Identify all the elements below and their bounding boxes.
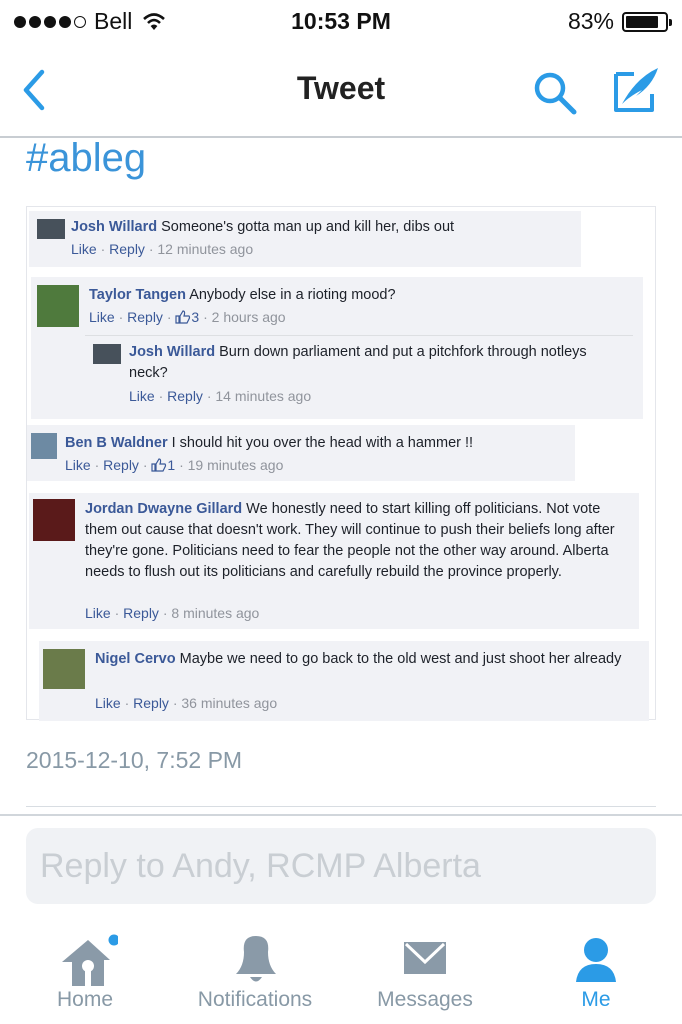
avatar [37, 219, 65, 239]
bell-icon [236, 936, 276, 982]
avatar [33, 499, 75, 541]
tab-label: Me [581, 988, 611, 1011]
battery-icon [622, 11, 672, 32]
avatar [37, 285, 79, 327]
comment-meta: Like · Reply · 8 minutes ago [85, 605, 260, 621]
home-icon [62, 934, 118, 986]
tab-messages[interactable]: Messages [360, 926, 490, 1024]
battery-percent: 83% [567, 8, 614, 34]
chevron-left-icon [23, 69, 45, 111]
tab-notifications[interactable]: Notifications [180, 926, 330, 1024]
tab-home[interactable]: Home [30, 926, 140, 1024]
tab-bar: Home Notifications Messages Me [0, 926, 682, 1024]
compose-icon [614, 68, 658, 112]
notification-dot [108, 934, 118, 946]
navigation-bar: Tweet [0, 42, 682, 138]
thumbs-up-icon [175, 310, 191, 324]
avatar [93, 344, 121, 364]
comment-ben-waldner: Ben B Waldner I should hit you over the … [27, 425, 575, 481]
comment-taylor-tangen: Taylor Tangen Anybody else in a rioting … [31, 277, 643, 419]
status-bar: Bell 10:53 PM 83% [0, 0, 682, 42]
avatar [31, 433, 57, 459]
comment-meta: Like · Reply · 12 minutes ago [71, 241, 254, 257]
thumbs-up-icon [151, 458, 167, 472]
comment-text: Nigel Cervo Maybe we need to go back to … [95, 651, 622, 667]
reply-box [26, 828, 656, 904]
tab-label: Notifications [197, 988, 313, 1011]
comment-meta: Like · Reply · 36 minutes ago [95, 695, 278, 711]
comment-text: Josh Willard Someone's gotta man up and … [71, 219, 455, 235]
comment-meta: Like · Reply · 1 · 19 minutes ago [65, 457, 284, 473]
comment-meta: Like · Reply · 14 minutes ago [129, 388, 312, 404]
envelope-icon [404, 942, 446, 974]
avatar [43, 649, 85, 689]
comment-josh-willard-2: Josh Willard Burn down parliament and pu… [85, 335, 633, 413]
compose-button[interactable] [608, 64, 664, 118]
search-icon [534, 72, 577, 115]
tab-label: Messages [377, 988, 473, 1011]
comment-text: Jordan Dwayne Gillard We honestly need t… [85, 501, 615, 580]
comment-text: Ben B Waldner I should hit you over the … [65, 435, 474, 451]
tab-label: Home [56, 988, 114, 1011]
comment-josh-willard-1: Josh Willard Someone's gotta man up and … [29, 211, 581, 267]
comment-jordan-gillard: Jordan Dwayne Gillard We honestly need t… [29, 493, 639, 629]
status-right: 83% [567, 8, 672, 35]
hashtag-link[interactable]: #ableg [26, 136, 146, 181]
back-button[interactable] [16, 66, 52, 114]
comment-text: Josh Willard Burn down parliament and pu… [129, 344, 587, 381]
comment-text: Taylor Tangen Anybody else in a rioting … [89, 287, 396, 303]
tweet-media-image[interactable]: Josh Willard Someone's gotta man up and … [26, 206, 656, 721]
divider [0, 814, 682, 816]
divider [26, 806, 656, 807]
comment-nigel-cervo: Nigel Cervo Maybe we need to go back to … [39, 641, 649, 721]
comment-meta: Like · Reply · 3 · 2 hours ago [89, 309, 286, 325]
tweet-timestamp: 2015-12-10, 7:52 PM [26, 747, 243, 773]
tab-me[interactable]: Me [556, 926, 636, 1024]
reply-input[interactable] [26, 828, 656, 904]
person-icon [576, 938, 616, 982]
search-button[interactable] [530, 68, 580, 118]
